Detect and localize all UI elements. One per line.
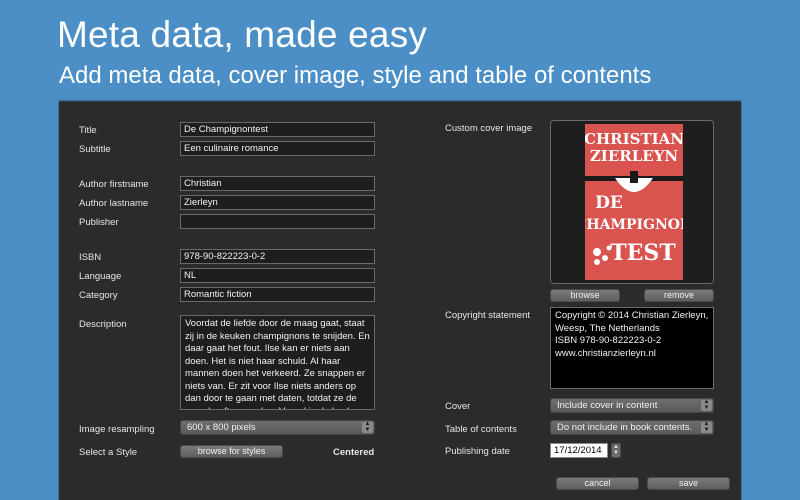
save-button[interactable]: save [647, 477, 730, 490]
cover-title-line2: CHAMPIGNON [585, 217, 683, 233]
browse-cover-button[interactable]: browse [550, 289, 620, 302]
date-stepper-icon[interactable]: ▲ ▼ [611, 443, 621, 458]
cover-title-line3: TEST [610, 240, 676, 266]
copyright-textarea[interactable]: Copyright © 2014 Christian Zierleyn, Wee… [550, 307, 714, 389]
isbn-label: ISBN [79, 252, 102, 263]
hero-title: Meta data, made easy [57, 14, 428, 55]
browse-styles-button[interactable]: browse for styles [180, 445, 283, 458]
cancel-button[interactable]: cancel [556, 477, 639, 490]
isbn-field[interactable]: 978-90-822223-0-2 [180, 249, 375, 264]
selected-style-value: Centered [333, 447, 375, 458]
cover-title-line1: DE [595, 193, 623, 213]
toc-value: Do not include in book contents. [557, 422, 693, 433]
image-resampling-label: Image resampling [79, 424, 155, 435]
cover-author-line2: ZIERLEYN [590, 147, 679, 165]
author-firstname-field[interactable]: Christian [180, 176, 375, 191]
copyright-line: Copyright © 2014 Christian Zierleyn, [555, 310, 709, 321]
author-lastname-label: Author lastname [79, 198, 149, 209]
chevron-updown-icon: ▲ ▼ [701, 421, 712, 433]
author-firstname-label: Author firstname [79, 179, 149, 190]
hero-subtitle: Add meta data, cover image, style and ta… [59, 62, 652, 89]
publishing-date-label: Publishing date [445, 446, 510, 457]
remove-cover-button[interactable]: remove [644, 289, 714, 302]
author-lastname-field[interactable]: Zierleyn [180, 195, 375, 210]
chevron-updown-icon: ▲ ▼ [701, 399, 712, 411]
cover-option-select[interactable]: Include cover in content ▲ ▼ [550, 398, 714, 413]
image-resampling-value: 600 x 800 pixels [187, 422, 256, 433]
description-textarea[interactable]: Voordat de liefde door de maag gaat, sta… [180, 315, 375, 410]
toc-label: Table of contents [445, 424, 517, 435]
cover-image-label: Custom cover image [445, 123, 533, 134]
copyright-line: Weesp, The Netherlands [555, 322, 660, 334]
cover-image-well[interactable]: CHRISTIAN ZIERLEYN DE CHAMPIGNON TEST [550, 120, 714, 284]
metadata-window: Title De Champignontest Subtitle Een cul… [59, 101, 741, 500]
cover-author-line1: CHRISTIAN [585, 130, 683, 148]
category-field[interactable]: Romantic fiction [180, 287, 375, 302]
language-label: Language [79, 271, 122, 282]
language-field[interactable]: NL [180, 268, 375, 283]
title-label: Title [79, 125, 97, 136]
subtitle-field[interactable]: Een culinaire romance [180, 141, 375, 156]
toc-select[interactable]: Do not include in book contents. ▲ ▼ [550, 420, 714, 435]
select-style-label: Select a Style [79, 447, 138, 458]
image-resampling-select[interactable]: 600 x 800 pixels ▲ ▼ [180, 420, 375, 435]
cover-option-label: Cover [445, 401, 471, 412]
category-label: Category [79, 290, 118, 301]
copyright-label: Copyright statement [445, 310, 531, 321]
chevron-updown-icon: ▲ ▼ [362, 421, 373, 433]
publishing-date-field[interactable]: 17/12/2014 [550, 443, 608, 458]
publisher-field[interactable] [180, 214, 375, 229]
cover-image: CHRISTIAN ZIERLEYN DE CHAMPIGNON TEST [575, 124, 693, 280]
publisher-label: Publisher [79, 217, 119, 228]
title-field[interactable]: De Champignontest [180, 122, 375, 137]
description-label: Description [79, 319, 127, 330]
copyright-line: www.christianzierleyn.nl [555, 347, 656, 359]
cover-option-value: Include cover in content [557, 400, 658, 411]
copyright-line: ISBN 978-90-822223-0-2 [555, 335, 662, 346]
subtitle-label: Subtitle [79, 144, 111, 155]
